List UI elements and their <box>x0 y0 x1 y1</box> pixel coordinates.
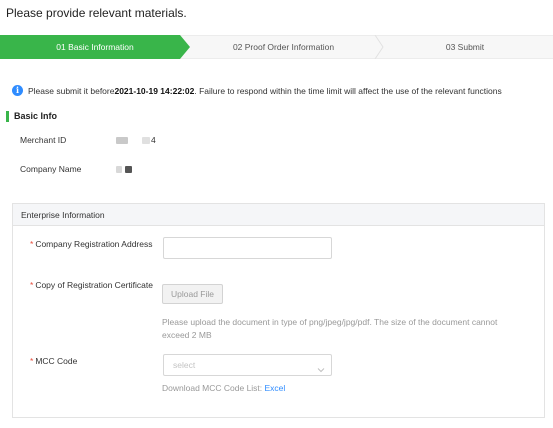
page-title: Please provide relevant materials. <box>6 6 187 20</box>
notice-suffix: . Failure to respond within the time lim… <box>194 85 502 96</box>
mcc-download-text: Download MCC Code List: <box>162 383 265 393</box>
step-submit[interactable]: 03 Submit <box>377 35 553 59</box>
company-registration-address-input[interactable] <box>163 237 332 259</box>
enterprise-info-heading: Enterprise Information <box>13 204 544 226</box>
basic-info-heading: Basic Info <box>6 111 57 122</box>
registration-certificate-label: * Copy of Registration Certificate <box>30 280 153 290</box>
mcc-code-label: * MCC Code <box>30 356 77 366</box>
upload-help-text: Please upload the document in type of pn… <box>162 317 498 340</box>
notice-deadline: 2021-10-19 14:22:02 <box>114 85 195 96</box>
redacted-block <box>142 137 150 145</box>
company-registration-address-label: * Company Registration Address <box>30 239 152 249</box>
required-mark: * <box>30 356 34 366</box>
redacted-block <box>125 166 132 174</box>
redacted-block <box>116 166 122 174</box>
required-mark: * <box>30 280 34 290</box>
company-registration-address-text: Company Registration Address <box>35 239 153 249</box>
step-proof-order-information[interactable]: 02 Proof Order Information <box>190 35 377 59</box>
mcc-code-text: MCC Code <box>35 356 78 366</box>
mcc-download-line: Download MCC Code List: Excel <box>162 383 285 393</box>
company-name-value <box>116 164 132 174</box>
mcc-code-select[interactable]: select <box>163 354 332 376</box>
excel-download-link[interactable]: Excel <box>265 383 286 393</box>
chevron-down-icon <box>317 361 325 373</box>
info-icon: i <box>12 85 23 96</box>
deadline-notice: i Please submit it before 2021-10-19 14:… <box>12 85 502 96</box>
progress-stepper: 01 Basic Information 02 Proof Order Info… <box>0 35 553 59</box>
upload-file-button[interactable]: Upload File <box>162 284 223 304</box>
notice-prefix: Please submit it before <box>28 85 115 96</box>
required-mark: * <box>30 239 34 249</box>
merchant-id-suffix: 4 <box>151 135 156 145</box>
mcc-code-placeholder: select <box>173 360 196 370</box>
step-basic-information[interactable]: 01 Basic Information <box>0 35 190 59</box>
merchant-id-value: 4 <box>116 135 156 145</box>
redacted-block <box>116 137 128 145</box>
merchant-id-label: Merchant ID <box>20 135 67 145</box>
registration-certificate-text: Copy of Registration Certificate <box>35 280 153 290</box>
company-name-label: Company Name <box>20 164 82 174</box>
